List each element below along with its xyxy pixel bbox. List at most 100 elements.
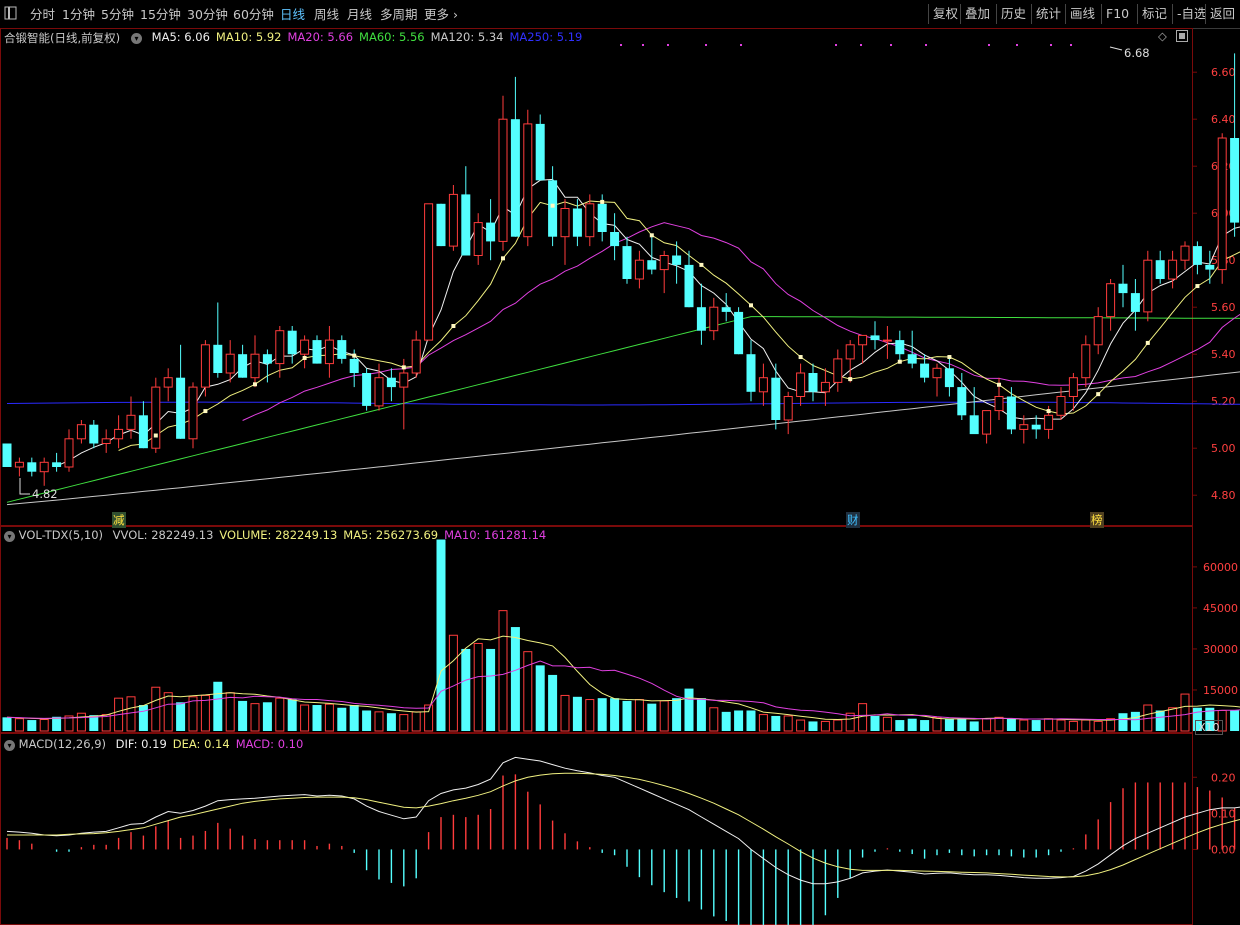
- candle-body: [411, 339, 421, 374]
- volume-bar: [27, 720, 37, 731]
- event-dot: [705, 44, 707, 46]
- candle-body: [424, 203, 434, 341]
- macd-collapse-icon[interactable]: ▾: [4, 740, 15, 751]
- volume-bar: [572, 696, 582, 731]
- candle-body: [89, 424, 99, 444]
- volume-bar: [138, 705, 148, 731]
- candle: [696, 283, 706, 345]
- price-tick-label: 5.60: [1211, 301, 1236, 314]
- volume-bar: [634, 699, 644, 732]
- candle-body: [783, 396, 793, 421]
- volume-bar: [2, 717, 12, 731]
- candle-body: [39, 461, 49, 473]
- candle: [944, 358, 954, 397]
- candle: [1118, 264, 1128, 308]
- candle-body: [721, 307, 731, 312]
- candle-body: [820, 381, 830, 393]
- ma-marker: [798, 355, 803, 360]
- candle: [250, 335, 260, 388]
- volume-bar: [163, 692, 173, 732]
- candle-body: [386, 377, 396, 388]
- candle-body: [672, 255, 682, 265]
- candle: [771, 363, 781, 430]
- ma-legend-4: MA120: 5.34: [430, 30, 504, 44]
- event-dot: [1016, 44, 1018, 46]
- candle-body: [895, 340, 905, 355]
- candle: [932, 363, 942, 397]
- ma-marker: [699, 262, 704, 267]
- candle-body: [734, 311, 744, 355]
- candle: [324, 326, 334, 378]
- candle: [1192, 241, 1202, 275]
- ma-marker: [749, 303, 753, 308]
- volume-bar: [1068, 720, 1078, 732]
- vol-title: VOL-TDX(5,10): [18, 528, 104, 542]
- event-marker-reduce[interactable]: 减: [112, 512, 126, 528]
- event-dot: [988, 44, 990, 46]
- vol-collapse-icon[interactable]: ▾: [4, 531, 15, 542]
- candle-body: [238, 354, 248, 378]
- candle-body: [920, 363, 930, 378]
- ma-marker: [153, 433, 158, 438]
- dea-line: [7, 772, 1240, 878]
- volume-bar: [176, 702, 186, 731]
- vol-legend-item-2: MA5: 256273.69: [343, 528, 439, 542]
- candle-body: [796, 372, 806, 397]
- volume-bar: [337, 707, 347, 731]
- legend-collapse-icon[interactable]: ▾: [131, 33, 142, 44]
- candle-body: [1118, 283, 1128, 294]
- candle-body: [634, 259, 644, 280]
- candle-body: [572, 208, 582, 237]
- candle-body: [535, 123, 545, 181]
- volume-bar: [696, 698, 706, 731]
- price-tick-label: 6.60: [1211, 66, 1236, 79]
- candle: [1130, 279, 1140, 331]
- macd-tick-label: 0.20: [1211, 771, 1236, 784]
- volume-bar: [498, 610, 508, 732]
- candle: [200, 340, 210, 397]
- candle: [882, 326, 892, 359]
- candle: [796, 363, 806, 406]
- candle-body: [52, 462, 62, 467]
- candle-body: [101, 438, 111, 444]
- vol-tick-label: 15000: [1203, 684, 1238, 697]
- candle: [101, 429, 111, 453]
- volume-bar: [808, 721, 818, 731]
- event-dot: [925, 44, 927, 46]
- event-dot: [890, 44, 892, 46]
- panel-toggle-icon[interactable]: [1176, 30, 1188, 45]
- diamond-icon[interactable]: ◇: [1158, 29, 1167, 43]
- candle-body: [932, 367, 942, 379]
- candle-body: [969, 415, 979, 435]
- ma-marker: [203, 409, 208, 414]
- event-marker-ranking[interactable]: 榜: [1090, 512, 1104, 528]
- candle: [362, 368, 372, 411]
- macd-legend-item-2: MACD: 0.10: [235, 737, 304, 751]
- macd-tick-label: 0.00: [1211, 843, 1236, 856]
- panel-frame-1: [0, 526, 1193, 733]
- candle: [52, 452, 62, 472]
- stock-chart[interactable]: 4.805.005.205.405.605.806.006.206.406.60…: [0, 0, 1240, 925]
- candle-body: [1192, 246, 1202, 265]
- volume-bar: [1118, 713, 1128, 731]
- volume-bar: [448, 634, 458, 732]
- candle-body: [498, 118, 508, 242]
- candle: [610, 213, 620, 261]
- candle-body: [76, 424, 86, 440]
- volume-bar: [672, 698, 682, 731]
- volume-bar: [39, 719, 49, 732]
- vol-tick-label: 45000: [1203, 602, 1238, 615]
- candle-body: [870, 335, 880, 341]
- candle-body: [585, 203, 595, 238]
- event-marker-finance[interactable]: 财: [846, 512, 860, 528]
- candle-body: [486, 222, 496, 242]
- candle-body: [1019, 424, 1029, 430]
- volume-bar: [324, 703, 334, 732]
- candle: [312, 335, 322, 364]
- volume-bar: [585, 699, 595, 732]
- candle-body: [262, 354, 272, 364]
- volume-bar: [151, 686, 161, 732]
- candle: [27, 457, 37, 477]
- candle: [622, 236, 632, 284]
- candle: [957, 373, 967, 420]
